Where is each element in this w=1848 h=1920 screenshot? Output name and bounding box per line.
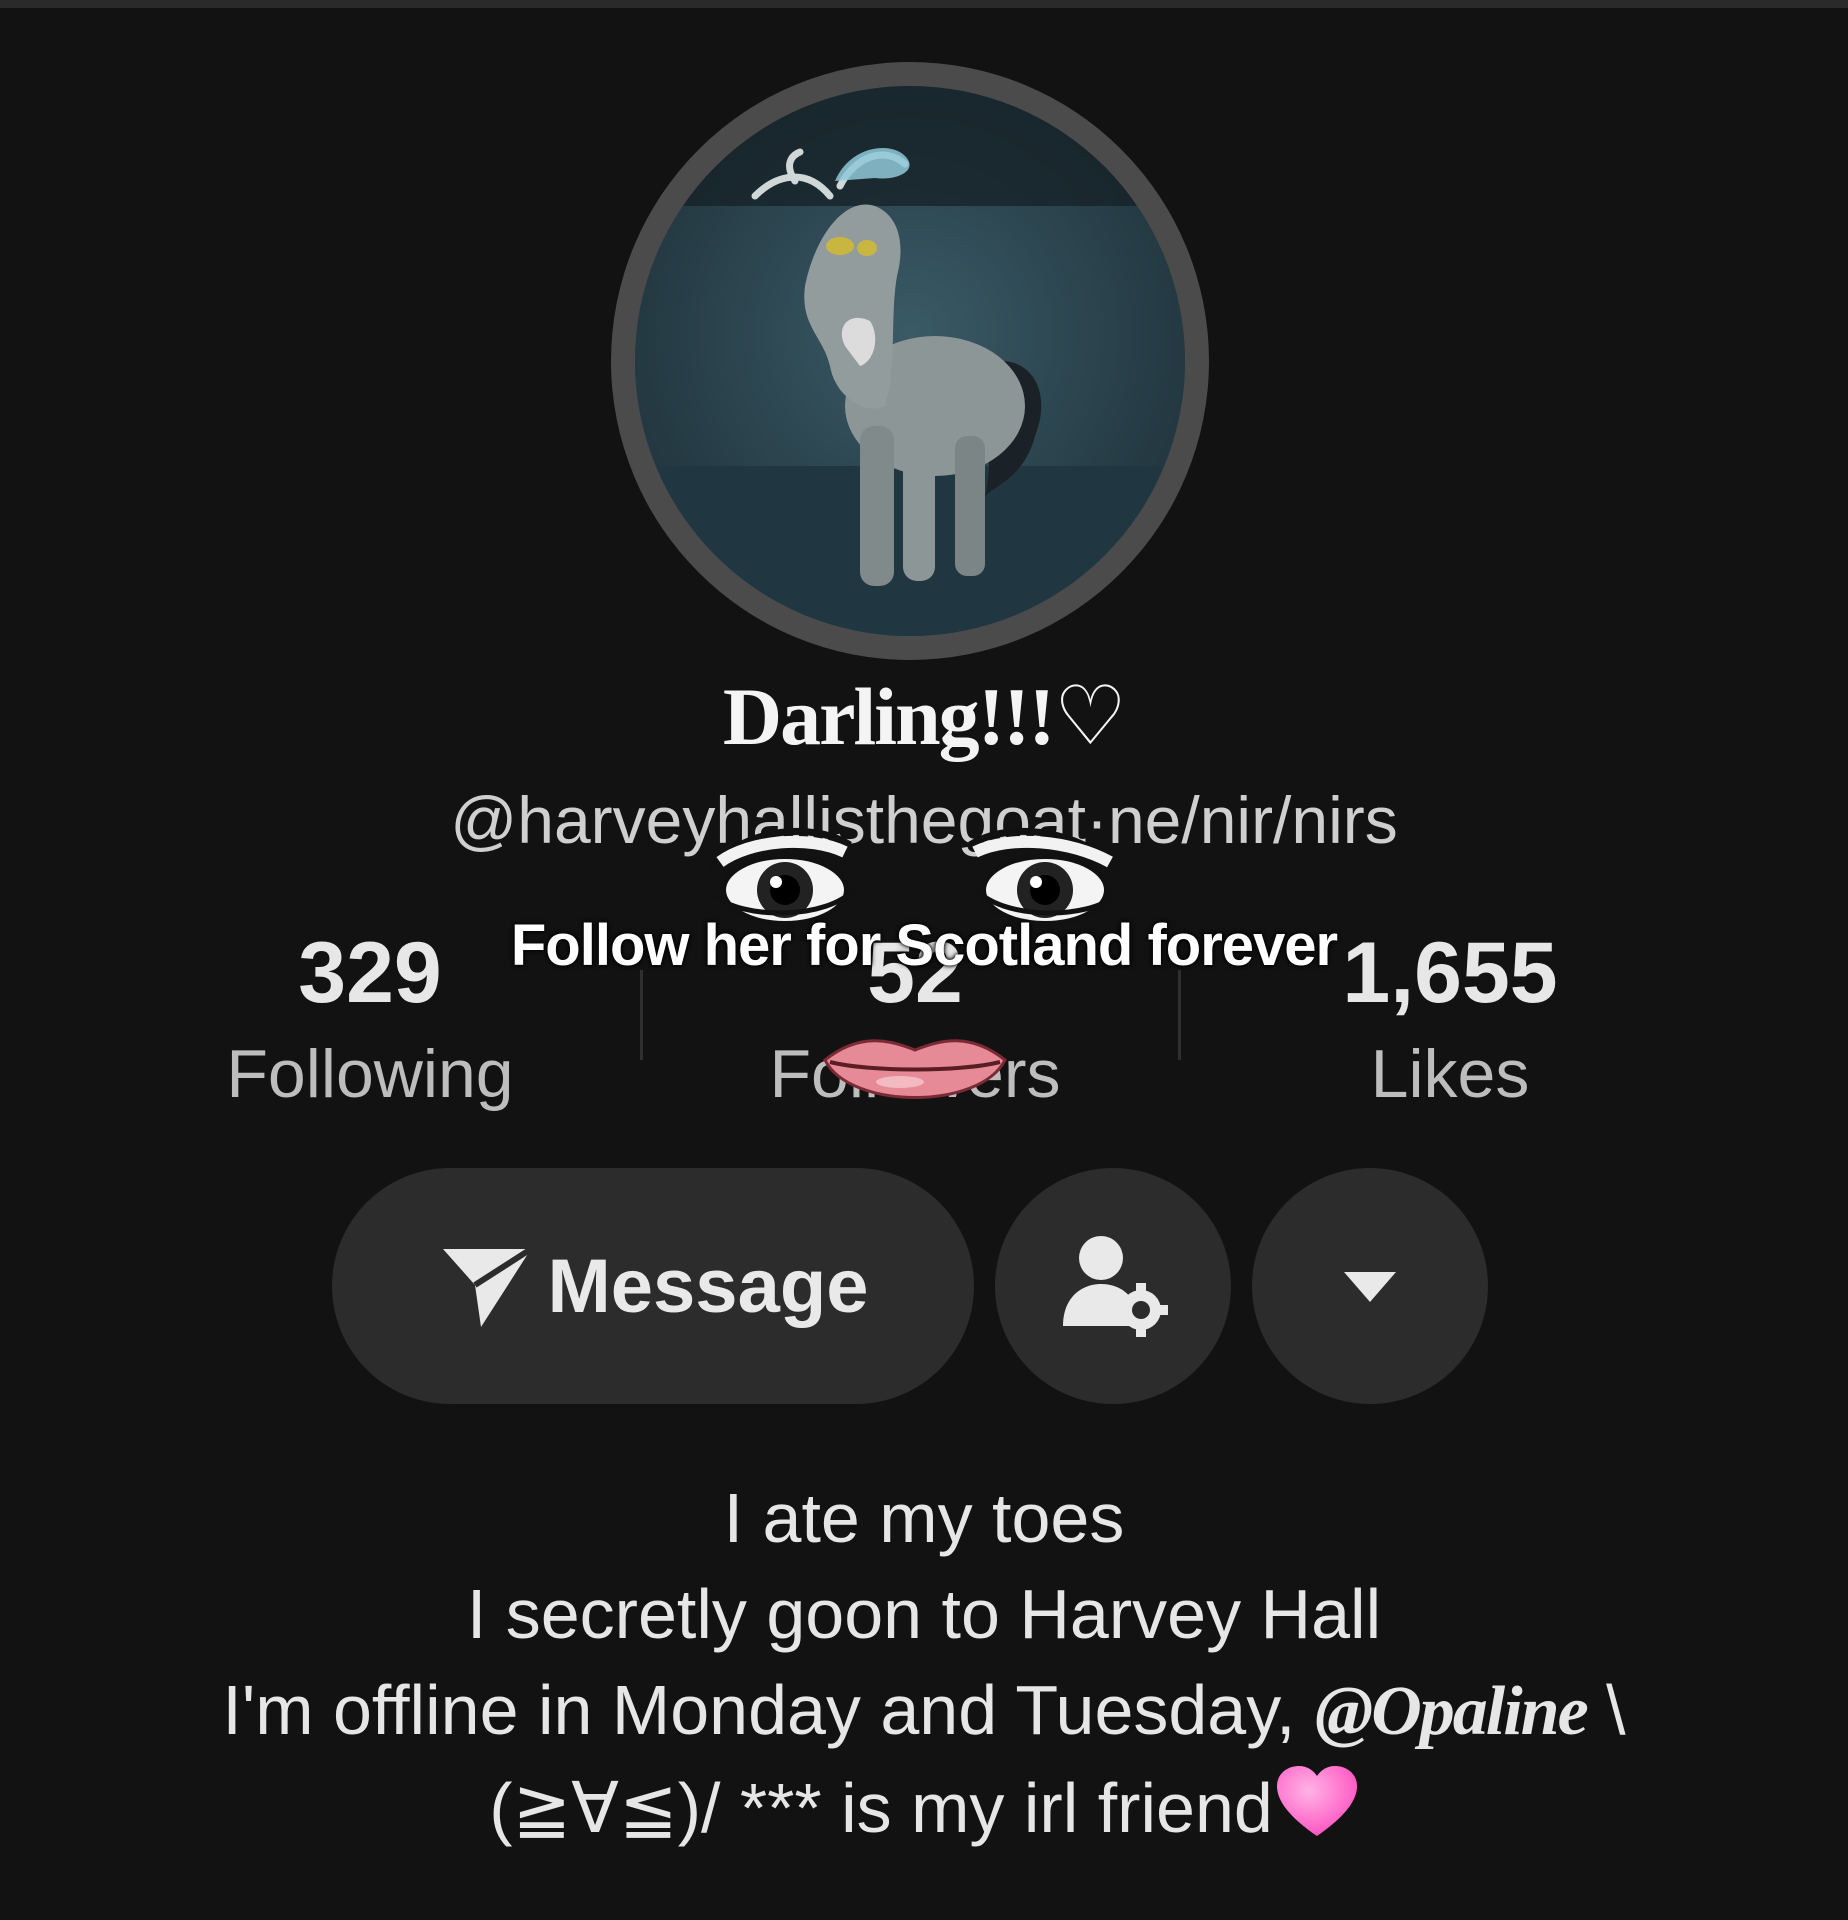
bio-kaomoji: (≧∀≦)/ bbox=[489, 1769, 740, 1847]
bio-line: I secretly goon to Harvey Hall bbox=[466, 1575, 1382, 1653]
bio-line: (≧∀≦)/ *** is my irl friend bbox=[0, 1760, 1848, 1864]
likes-label: Likes bbox=[1370, 1036, 1530, 1112]
message-button-label: Message bbox=[547, 1243, 869, 1329]
bio-line: I'm offline in Monday and Tuesday, @Opal… bbox=[0, 1662, 1848, 1760]
bio-mention-link[interactable]: @Opaline bbox=[1315, 1673, 1589, 1750]
followers-label: Followers bbox=[769, 1036, 1061, 1112]
display-name: Darling!!!♡ bbox=[722, 671, 1127, 762]
avatar-ring[interactable] bbox=[611, 62, 1209, 660]
message-button[interactable]: Message bbox=[332, 1168, 974, 1404]
bio: I ate my toes I secretly goon to Harvey … bbox=[0, 1470, 1848, 1864]
profile-settings-button[interactable] bbox=[995, 1168, 1231, 1404]
top-edge bbox=[0, 0, 1848, 8]
stat-divider bbox=[640, 970, 643, 1060]
avatar-image bbox=[635, 86, 1185, 636]
send-arrow-icon bbox=[443, 1246, 534, 1327]
overlay-caption: Follow her for Scotland forever bbox=[510, 913, 1338, 978]
caret-down-icon bbox=[1344, 1272, 1396, 1302]
bio-kaomoji-start: ͏\ bbox=[1586, 1671, 1626, 1749]
bio-text: I'm offline in Monday and Tuesday, bbox=[222, 1671, 1315, 1749]
username: @harveyhallisthegoat·ne/nir/nirs bbox=[450, 783, 1398, 857]
more-options-button[interactable] bbox=[1252, 1168, 1488, 1404]
bio-text: *** is my irl friend bbox=[739, 1769, 1273, 1847]
person-gear-icon bbox=[1063, 1236, 1168, 1337]
stat-divider bbox=[1178, 970, 1181, 1060]
following-label: Following bbox=[226, 1036, 514, 1112]
avatar bbox=[635, 86, 1185, 636]
bio-line: I ate my toes bbox=[723, 1479, 1125, 1557]
pink-heart-icon bbox=[1275, 1764, 1359, 1864]
